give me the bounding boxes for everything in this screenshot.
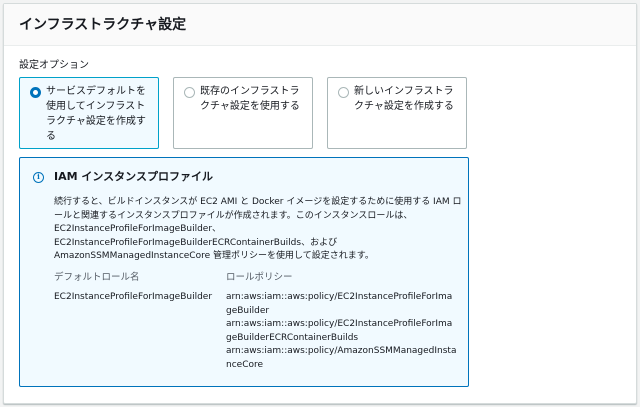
radio-unselected-icon[interactable] [184,87,195,98]
tile-label: 既存のインフラストラクチャ設定を使用する [200,86,300,112]
info-circle-icon: i [33,172,44,183]
info-description: 続行すると、ビルドインスタンスが EC2 AMI と Docker イメージを設… [54,197,462,261]
role-policy-header: ロールポリシー [226,272,293,283]
radio-unselected-icon[interactable] [338,87,349,98]
default-role-value: EC2InstanceProfileForImageBuilder [54,292,213,302]
info-title: IAM インスタンスプロファイル [54,170,213,183]
settings-option-label: 設定オプション [19,60,89,71]
radio-selected-icon[interactable] [30,87,41,98]
tile-label: サービスデフォルトを使用してインフラストラクチャ設定を作成する [46,86,146,142]
panel-header: インフラストラクチャ設定 [4,4,636,46]
default-role-header: デフォルトロール名 [54,272,140,283]
panel-title: インフラストラクチャ設定 [19,17,187,33]
tile-create-new[interactable]: 新しいインフラストラクチャ設定を作成する [327,77,467,149]
tile-label: 新しいインフラストラクチャ設定を作成する [354,86,454,112]
policy-item: arn:aws:iam::aws:policy/EC2InstanceProfi… [226,319,453,343]
role-policy-list: arn:aws:iam::aws:policy/EC2InstanceProfi… [226,291,458,372]
policy-item: arn:aws:iam::aws:policy/EC2InstanceProfi… [226,292,453,316]
tile-service-defaults[interactable]: サービスデフォルトを使用してインフラストラクチャ設定を作成する [19,77,159,149]
infrastructure-settings-panel: インフラストラクチャ設定 設定オプション サービスデフォルトを使用してインフラス… [3,3,637,404]
tile-use-existing[interactable]: 既存のインフラストラクチャ設定を使用する [173,77,313,149]
policy-item: arn:aws:iam::aws:policy/AmazonSSMManaged… [226,346,457,370]
iam-info-box: i IAM インスタンスプロファイル 続行すると、ビルドインスタンスが EC2 … [19,157,469,387]
